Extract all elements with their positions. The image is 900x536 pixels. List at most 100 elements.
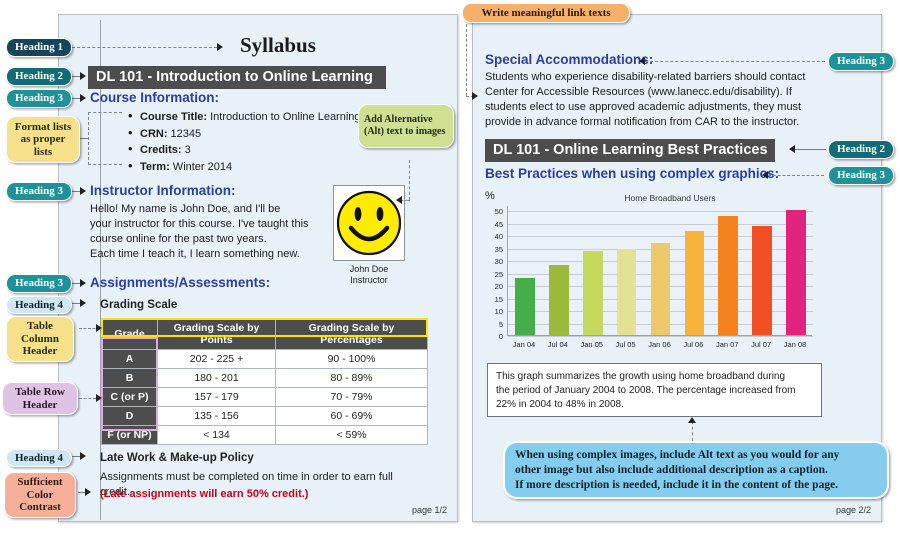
arrow-heading3b xyxy=(80,187,86,195)
table-cell-points: 135 - 156 xyxy=(157,406,276,426)
table-cell-points: 180 - 201 xyxy=(157,368,276,388)
late-work-heading: Late Work & Make-up Policy xyxy=(100,452,254,464)
chart-gridline xyxy=(508,211,813,212)
chart-gridline xyxy=(508,336,813,337)
table-column-header: Grading Scale by Percentages xyxy=(275,318,428,350)
table-row-header: C (or P) xyxy=(101,387,158,407)
list-item: CRN: 12345 xyxy=(128,125,378,143)
callout-heading3-instructor[interactable]: Heading 3 xyxy=(6,182,72,201)
chart-caption-box: This graph summarizes the growth using h… xyxy=(487,363,822,417)
arrow-heading3-graphics xyxy=(762,171,768,179)
chart-bar xyxy=(752,226,772,335)
instructor-photo xyxy=(333,185,405,261)
arrow-heading1 xyxy=(217,43,223,51)
connector-heading3-graphics xyxy=(768,175,824,176)
table-header-row: Grade Grading Scale by Points Grading Sc… xyxy=(101,318,428,350)
chart-x-tick-label: Jan 08 xyxy=(783,340,807,349)
table-cell-percent: 60 - 69% xyxy=(275,406,428,426)
smiley-face-icon xyxy=(336,190,402,256)
chart-x-tick-label: Jul 07 xyxy=(751,340,772,349)
page-title: Syllabus xyxy=(240,33,316,57)
table-column-header: Grade xyxy=(101,318,158,350)
chart-bar xyxy=(684,231,705,335)
chart-y-tick-label: 25 xyxy=(494,269,503,279)
callout-format-lists[interactable]: Format lists as proper lists xyxy=(6,116,80,163)
instructor-bio: Hello! My name is John Doe, and I'll be … xyxy=(90,202,330,262)
arrow-heading4b xyxy=(80,452,86,460)
callout-heading4-grading[interactable]: Heading 4 xyxy=(6,296,72,314)
chart-bar xyxy=(616,248,637,335)
table-cell-percent: 80 - 89% xyxy=(275,368,428,388)
chart-y-tick-label: 0 xyxy=(498,332,503,341)
chart-y-tick-label: 40 xyxy=(494,232,503,241)
chart-caption-line: 22% in 2004 to 48% in 2008. xyxy=(496,399,624,410)
list-item: Term: Winter 2014 xyxy=(128,158,378,176)
chart-bar xyxy=(650,242,671,335)
complex-images-note-line: When using complex images, include Alt t… xyxy=(515,448,840,461)
chart-x-tick-label: Jul 04 xyxy=(547,340,568,349)
table-cell-percent: 70 - 79% xyxy=(275,387,428,407)
assignments-heading: Assignments/Assessments: xyxy=(90,275,271,290)
instructor-bio-line: course online for the past two years. xyxy=(90,233,267,245)
special-accommodations-line: Center for Accessible Resources (www.lan… xyxy=(485,86,792,98)
list-item-value: Introduction to Online Learning xyxy=(207,111,361,123)
special-accommodations-line: students elect to use approved academic … xyxy=(485,101,802,113)
list-item-value: 3 xyxy=(181,144,191,156)
callout-table-column-header[interactable]: Table Column Header xyxy=(6,316,74,362)
callout-heading3-course[interactable]: Heading 3 xyxy=(6,89,72,108)
callout-sufficient-color-contrast[interactable]: Sufficient Color Contrast xyxy=(4,472,76,518)
arrow-heading2 xyxy=(80,72,86,80)
arrow-table-col-header xyxy=(96,324,102,332)
connector-heading3-special xyxy=(645,61,825,62)
chart-x-tick-label: Jul 06 xyxy=(683,340,704,349)
connector-alt-text-v xyxy=(409,160,410,200)
chart-plot-area xyxy=(507,206,813,337)
connector-heading2-right xyxy=(795,149,826,150)
callout-heading2[interactable]: Heading 2 xyxy=(6,67,72,86)
special-accommodations-line: Students who experience disability-relat… xyxy=(485,71,806,83)
broadband-chart: % Home Broadband Users 0 5 10 15 20 25 30 35 40 4… xyxy=(485,190,875,355)
callout-complex-images-note[interactable]: When using complex images, include Alt t… xyxy=(503,441,889,499)
chart-y-tick-label: 5 xyxy=(498,319,503,329)
course-information-heading: Course Information: xyxy=(90,90,220,105)
screenshot-root: page 1/2 Syllabus DL 101 - Introduction … xyxy=(0,0,900,536)
arrow-heading2-right xyxy=(789,145,795,153)
photo-caption: John Doe Instructor xyxy=(333,264,405,286)
callout-heading1[interactable]: Heading 1 xyxy=(6,38,72,57)
course-heading-bar: DL 101 - Introduction to Online Learning xyxy=(88,66,386,89)
chart-x-tick-label: Jul 05 xyxy=(615,340,636,349)
callout-write-meaningful-links[interactable]: Write meaningful link texts xyxy=(462,3,630,23)
callout-table-row-header[interactable]: Table Row Header xyxy=(2,382,78,415)
chart-bar xyxy=(549,265,569,335)
arrow-heading3c xyxy=(80,279,86,287)
callout-heading2-right[interactable]: Heading 2 xyxy=(828,140,894,159)
chart-caption-line: This graph summarizes the growth using h… xyxy=(496,371,786,382)
callout-heading3-special[interactable]: Heading 3 xyxy=(828,52,894,71)
table-row: C (or P) 157 - 179 70 - 79% xyxy=(101,387,428,407)
special-accommodations-body: Students who experience disability-relat… xyxy=(485,70,825,130)
connector-link-text-v xyxy=(466,24,467,96)
callout-heading3-assignments[interactable]: Heading 3 xyxy=(6,274,72,293)
list-item-value: 12345 xyxy=(167,127,202,140)
callout-add-alt-text[interactable]: Add Alternative (Alt) text to images xyxy=(358,104,454,148)
grading-scale-heading: Grading Scale xyxy=(100,299,178,311)
list-item: Credits: 3 xyxy=(128,141,378,159)
arrow-table-row-header xyxy=(96,394,102,402)
page-number-left: page 1/2 xyxy=(411,505,447,515)
arrow-caption-note xyxy=(688,417,696,423)
chart-gridline xyxy=(508,223,813,225)
special-accommodations-heading: Special Accommodations: xyxy=(485,52,654,67)
callout-heading4-latework[interactable]: Heading 4 xyxy=(6,449,72,467)
chart-title: Home Broadband Users xyxy=(624,193,716,203)
list-item: Course Title: Introduction to Online Lea… xyxy=(128,108,378,126)
complex-images-note-line: If more description is needed, include i… xyxy=(515,478,839,491)
table-row-header: D xyxy=(101,406,158,426)
course-info-list: Course Title: Introduction to Online Lea… xyxy=(128,108,378,176)
arrow-contrast xyxy=(85,488,91,496)
callout-heading3-graphics[interactable]: Heading 3 xyxy=(828,166,894,185)
chart-x-tick-label: Jan 07 xyxy=(716,340,739,349)
chart-bar xyxy=(515,277,535,335)
table-cell-percent: < 59% xyxy=(275,425,428,445)
table-row: D 135 - 156 60 - 69% xyxy=(101,406,428,426)
table-cell-points: < 134 xyxy=(157,425,276,445)
